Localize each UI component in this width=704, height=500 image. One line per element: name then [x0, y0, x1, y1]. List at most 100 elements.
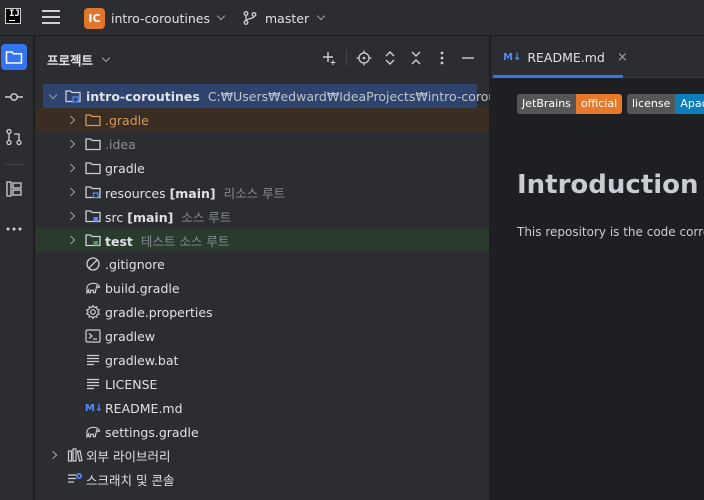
tree-item-label: gradle.properties [105, 304, 213, 320]
branch-icon [243, 11, 257, 25]
tab-readme[interactable]: M↓ README.md × [491, 36, 628, 78]
chevron-down-icon [216, 11, 226, 21]
tree-item-gradle[interactable]: gradle [35, 156, 489, 180]
tree-item-label: gradlew [105, 328, 156, 344]
tree-item-label: .gradle [105, 112, 149, 128]
project-switcher[interactable]: IC intro-coroutines [84, 6, 226, 30]
locate-icon[interactable] [355, 49, 373, 67]
project-badge: IC [84, 7, 105, 29]
gradle-elephant-icon [85, 280, 101, 296]
tree-item-gradle-cache[interactable]: .gradle [35, 108, 489, 132]
module-folder-icon [65, 88, 81, 104]
text-file-icon [85, 352, 101, 368]
hide-icon[interactable] [459, 49, 477, 67]
editor-area: M↓ README.md × JetBrains official licens… [490, 36, 704, 500]
close-icon[interactable]: × [617, 50, 628, 65]
options-icon[interactable] [433, 49, 451, 67]
tree-item-label: src [main] 소스 루트 [105, 207, 231, 226]
commit-icon[interactable] [1, 84, 27, 110]
strip-divider [5, 164, 25, 165]
tree-item-test[interactable]: test 테스트 소스 루트 [35, 228, 489, 252]
item-name: test [105, 233, 133, 249]
tree-item-gitignore[interactable]: .gitignore [35, 252, 489, 276]
item-name: src [105, 209, 124, 225]
markdown-icon: M↓ [503, 51, 522, 63]
terminal-file-icon [85, 328, 101, 344]
source-set-tag: [main] [169, 185, 216, 201]
collapse-all-icon[interactable] [407, 49, 425, 67]
gradle-elephant-icon [85, 424, 101, 440]
tree-item-settings-gradle[interactable]: settings.gradle [35, 420, 489, 444]
tree-item-external-libraries[interactable]: 외부 라이브러리 [35, 443, 489, 467]
source-root-folder-icon [85, 208, 101, 224]
readme-paragraph: This repository is the code corres [517, 225, 704, 239]
root-type-hint: 리소스 루트 [223, 185, 286, 201]
branch-name: master [265, 10, 310, 26]
gear-icon [85, 304, 101, 320]
tree-root-row[interactable]: intro-coroutines C:₩Users₩edward₩IdeaProj… [35, 84, 527, 108]
pull-requests-icon[interactable] [1, 124, 27, 150]
badge-license[interactable]: license Apac [627, 94, 704, 114]
tree-item-readme[interactable]: M↓ README.md [35, 396, 489, 420]
folder-icon [85, 160, 101, 176]
intellij-logo-icon[interactable]: IJ [5, 8, 21, 24]
main-menu-icon[interactable] [42, 10, 60, 25]
tree-item-scratches[interactable]: 스크래치 및 콘솔 [35, 467, 489, 491]
badge-right-text: Apac [675, 94, 704, 114]
tree-item-gradle-properties[interactable]: gradle.properties [35, 300, 489, 324]
ignore-file-icon [85, 256, 101, 272]
test-root-folder-icon [85, 232, 101, 248]
chevron-right-icon[interactable] [66, 115, 76, 125]
tree-item-build-gradle[interactable]: build.gradle [35, 276, 489, 300]
markdown-preview: JetBrains official license Apac Introduc… [491, 78, 704, 500]
tree-item-resources[interactable]: resources [main] 리소스 루트 [35, 180, 489, 204]
chevron-right-icon[interactable] [66, 163, 76, 173]
badge-jetbrains-official[interactable]: JetBrains official [517, 94, 623, 114]
scratches-icon [67, 471, 83, 487]
structure-icon[interactable] [1, 176, 27, 202]
library-icon [67, 447, 83, 463]
tree-item-label: LICENSE [105, 376, 158, 392]
expand-all-icon[interactable] [381, 49, 399, 67]
tree-item-label: .gitignore [105, 256, 165, 272]
chevron-right-icon[interactable] [66, 235, 76, 245]
tree-item-label: 외부 라이브러리 [86, 448, 171, 464]
more-icon[interactable] [1, 216, 27, 242]
tree-item-label: gradle [105, 160, 145, 176]
badge-left-text: JetBrains [517, 94, 576, 114]
chevron-right-icon[interactable] [48, 450, 58, 460]
tree-item-label: intro-coroutines C:₩Users₩edward₩IdeaProj… [86, 89, 527, 104]
badge-left-text: license [627, 94, 676, 114]
tree-item-gradlew-bat[interactable]: gradlew.bat [35, 348, 489, 372]
project-tool-window: 프로젝트 intro-coroutines C:₩Users₩edward₩Id… [35, 36, 527, 500]
tree-item-label: build.gradle [105, 280, 180, 296]
tree-item-label: README.md [105, 400, 183, 416]
tab-label: README.md [527, 49, 605, 65]
source-set-tag: [main] [127, 209, 174, 225]
root-type-hint: 소스 루트 [181, 209, 232, 225]
vcs-branch-widget[interactable]: master [242, 6, 326, 30]
chevron-right-icon[interactable] [66, 187, 76, 197]
chevron-down-icon [316, 11, 326, 21]
tree-item-label: test 테스트 소스 루트 [105, 231, 229, 250]
badge-right-text: official [575, 94, 623, 114]
tree-item-license[interactable]: LICENSE [35, 372, 489, 396]
panel-header: 프로젝트 [35, 36, 489, 80]
excluded-folder-icon [85, 112, 101, 128]
item-name: resources [105, 185, 166, 201]
add-icon[interactable] [320, 49, 338, 67]
chevron-down-icon[interactable] [48, 90, 58, 101]
project-name: intro-coroutines [111, 10, 211, 26]
tree-item-gradlew[interactable]: gradlew [35, 324, 489, 348]
tree-item-idea[interactable]: .idea [35, 132, 489, 156]
editor-tab-bar: M↓ README.md × [491, 36, 704, 78]
tree-item-src[interactable]: src [main] 소스 루트 [35, 204, 489, 228]
project-tool-icon[interactable] [1, 44, 27, 70]
title-bar: IJ IC intro-coroutines master [0, 0, 704, 36]
markdown-icon: M↓ [84, 402, 104, 414]
chevron-right-icon[interactable] [66, 139, 76, 149]
panel-toolbar [320, 49, 477, 67]
chevron-right-icon[interactable] [66, 211, 76, 221]
toolbar-divider [346, 50, 347, 66]
panel-title[interactable]: 프로젝트 [47, 50, 111, 69]
